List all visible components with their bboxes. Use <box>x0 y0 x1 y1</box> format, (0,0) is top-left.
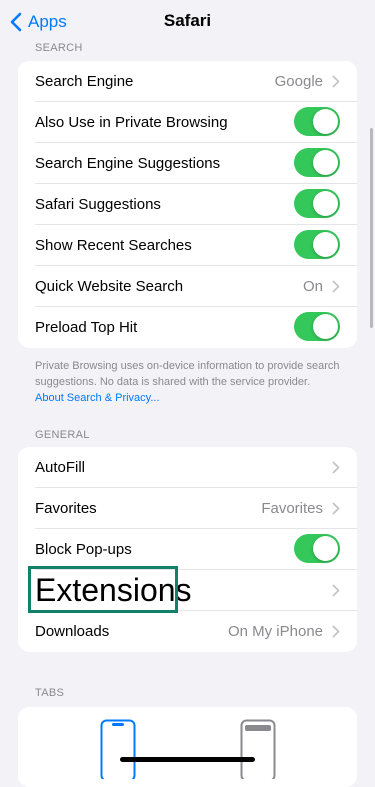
downloads-row[interactable]: Downloads On My iPhone <box>18 611 357 652</box>
single-tab-layout-icon[interactable] <box>240 719 276 779</box>
row-label: Show Recent Searches <box>35 237 192 254</box>
search-privacy-footnote: Private Browsing uses on-device informat… <box>35 358 340 406</box>
scrollbar[interactable] <box>370 128 373 328</box>
page-title: Safari <box>163 11 212 30</box>
row-label: Search Engine <box>35 73 134 90</box>
chevron-right-icon <box>332 584 340 597</box>
row-label: Downloads <box>35 623 110 640</box>
block-popups-row: Block Pop-ups <box>18 529 357 570</box>
row-label: Preload Top Hit <box>35 319 138 336</box>
row-value: Google <box>274 73 323 90</box>
tabs-layout-group <box>18 707 357 787</box>
toggle-knob <box>313 314 338 339</box>
row-label: AutoFill <box>35 459 86 476</box>
row-label: Quick Website Search <box>35 278 184 295</box>
search-engine-row[interactable]: Search Engine Google <box>18 61 357 102</box>
toggle-knob <box>313 536 338 561</box>
safari-suggestions-row: Safari Suggestions <box>18 184 357 225</box>
chevron-right-icon <box>332 502 340 515</box>
recent-searches-toggle[interactable] <box>294 230 340 259</box>
chevron-right-icon <box>332 625 340 638</box>
tabs-section-header: TABS <box>35 687 65 699</box>
row-label: Favorites <box>35 500 97 517</box>
home-indicator[interactable] <box>120 757 255 762</box>
private-browsing-toggle[interactable] <box>294 107 340 136</box>
row-label: Block Pop-ups <box>35 541 132 558</box>
chevron-right-icon <box>332 280 340 293</box>
general-section-header: GENERAL <box>35 429 90 441</box>
chevron-right-icon <box>332 75 340 88</box>
toggle-knob <box>313 191 338 216</box>
row-label: Also Use in Private Browsing <box>35 114 228 131</box>
row-value: On <box>302 278 323 295</box>
settings-scroll-area[interactable]: SEARCH Search Engine Google Also Use in … <box>0 0 375 787</box>
search-engine-suggestions-toggle[interactable] <box>294 148 340 177</box>
row-value: Favorites <box>261 500 323 517</box>
toggle-knob <box>313 150 338 175</box>
footnote-text: Private Browsing uses on-device informat… <box>35 360 340 388</box>
general-settings-group: AutoFill Favorites Favorites Block Pop-u… <box>18 447 357 652</box>
toggle-knob <box>313 232 338 257</box>
search-section-header: SEARCH <box>35 42 83 54</box>
recent-searches-row: Show Recent Searches <box>18 225 357 266</box>
about-search-privacy-link[interactable]: About Search & Privacy... <box>35 392 160 404</box>
favorites-row[interactable]: Favorites Favorites <box>18 488 357 529</box>
safari-suggestions-toggle[interactable] <box>294 189 340 218</box>
preload-top-hit-row: Preload Top Hit <box>18 307 357 348</box>
preload-top-hit-toggle[interactable] <box>294 312 340 341</box>
toggle-knob <box>313 109 338 134</box>
quick-website-search-row[interactable]: Quick Website Search On <box>18 266 357 307</box>
tab-bar-layout-icon[interactable] <box>100 719 136 779</box>
private-browsing-row: Also Use in Private Browsing <box>18 102 357 143</box>
row-value: On My iPhone <box>227 623 323 640</box>
row-label: Search Engine Suggestions <box>35 155 221 172</box>
autofill-row[interactable]: AutoFill <box>18 447 357 488</box>
extensions-highlight-box <box>28 566 178 613</box>
search-engine-suggestions-row: Search Engine Suggestions <box>18 143 357 184</box>
navigation-bar: Apps Safari <box>0 0 375 43</box>
chevron-right-icon <box>332 461 340 474</box>
block-popups-toggle[interactable] <box>294 534 340 563</box>
search-settings-group: Search Engine Google Also Use in Private… <box>18 61 357 348</box>
row-label: Safari Suggestions <box>35 196 161 213</box>
